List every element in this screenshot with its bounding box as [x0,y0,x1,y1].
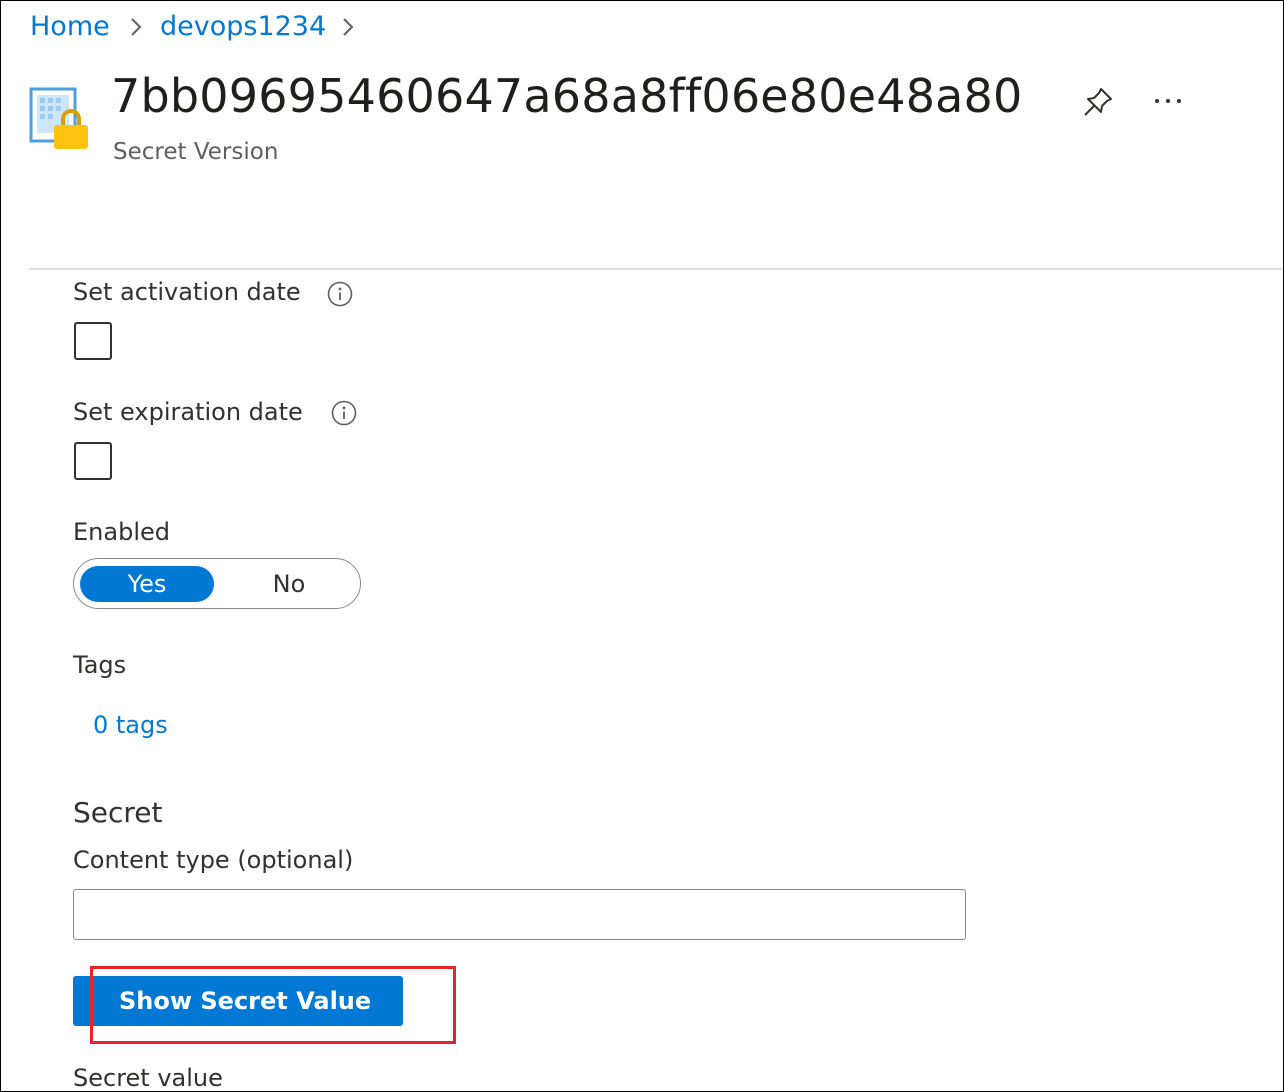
enabled-label: Enabled [73,518,170,546]
secret-value-label: Secret value [73,1064,223,1091]
content-type-label: Content type (optional) [73,846,354,874]
enabled-toggle[interactable]: Yes No [73,558,361,609]
activation-date-label: Set activation date [73,278,301,306]
tags-link[interactable]: 0 tags [93,711,168,739]
pin-icon[interactable] [1081,85,1115,119]
expiration-date-label: Set expiration date [73,398,303,426]
page-subtitle: Secret Version [113,139,279,165]
secret-lock-icon [29,87,88,149]
activation-date-checkbox[interactable] [74,322,112,360]
chevron-right-icon [131,18,142,36]
more-options-icon[interactable] [1153,93,1183,109]
info-icon[interactable] [331,400,357,426]
form-content[interactable]: Set activation date Set expiration date … [1,270,1283,1091]
secret-version-blade: Home devops1234 7bb09695460647a68a8ff06e… [0,0,1284,1092]
secret-section-heading: Secret [73,796,163,829]
page-title: 7bb09695460647a68a8ff06e80e48a80 [111,69,1023,123]
info-icon[interactable] [327,281,353,307]
tags-label: Tags [73,651,127,679]
breadcrumb-home[interactable]: Home [30,11,110,42]
chevron-right-icon [343,18,354,36]
content-type-input[interactable] [73,889,966,940]
enabled-no-option[interactable]: No [224,566,354,602]
show-secret-value-button[interactable]: Show Secret Value [73,976,403,1026]
enabled-yes-option[interactable]: Yes [80,566,214,602]
expiration-date-checkbox[interactable] [74,442,112,480]
breadcrumb-vault[interactable]: devops1234 [160,11,326,42]
